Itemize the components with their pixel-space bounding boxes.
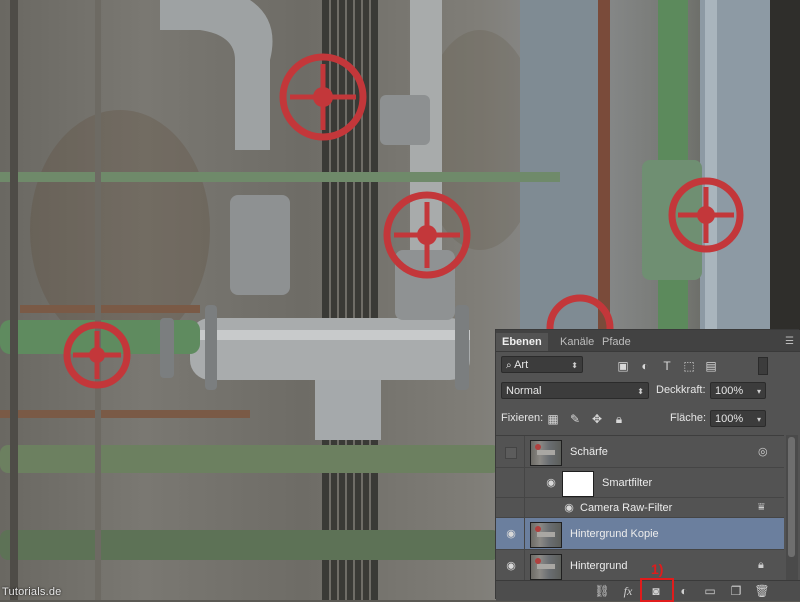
layer-name: Camera Raw-Filter: [580, 502, 673, 514]
layer-name: Schärfe: [570, 446, 608, 458]
layer-row-schaerfe[interactable]: Schärfe ◎: [496, 436, 784, 468]
layer-thumbnail[interactable]: [530, 554, 562, 580]
layers-list: Schärfe ◎ ◉ Smartfilter ◉ Camera Raw-Fil…: [496, 435, 784, 581]
layer-row-smartfilter[interactable]: ◉ Smartfilter: [496, 468, 784, 498]
search-icon: ⌕: [506, 360, 512, 371]
annotation-highlight-box: [640, 578, 674, 602]
tab-pfade[interactable]: Pfade: [596, 333, 637, 351]
annotation-number: 1): [651, 561, 664, 577]
layer-thumbnail[interactable]: [530, 440, 562, 466]
opacity-label: Deckkraft:: [656, 384, 706, 396]
blend-row: Normal ⬍ Deckkraft: 100% ▾: [496, 380, 800, 402]
adjustment-layer-icon[interactable]: ◐: [676, 584, 692, 598]
lock-brush-icon[interactable]: ✎: [568, 412, 582, 426]
watermark-text: Tutorials.de: [2, 586, 62, 598]
filter-row-camera-raw[interactable]: ◉ Camera Raw-Filter ⩸: [496, 498, 784, 518]
panel-menu-icon[interactable]: ☰: [785, 336, 794, 347]
eye-icon[interactable]: ◉: [504, 529, 518, 540]
visibility-column: [496, 436, 525, 467]
lock-label: Fixieren:: [501, 412, 544, 424]
blend-mode-select[interactable]: Normal ⬍: [501, 382, 649, 399]
visibility-off-box[interactable]: [505, 447, 517, 459]
layers-scrollbar[interactable]: [786, 435, 798, 580]
fill-label: Fläche:: [670, 412, 707, 424]
lock-position-icon[interactable]: ✥: [590, 412, 604, 426]
lock-all-icon[interactable]: 🔒︎: [612, 412, 626, 426]
lock-icon: 🔒︎: [758, 559, 764, 571]
eye-icon[interactable]: ◉: [562, 503, 576, 514]
layer-row-hintergrund[interactable]: ◉ Hintergrund 🔒︎: [496, 550, 784, 581]
tab-kanaele[interactable]: Kanäle: [554, 333, 600, 351]
layer-name: Hintergrund Kopie: [570, 528, 659, 540]
adjustment-filter-icon[interactable]: ◐: [638, 359, 652, 373]
fx-button[interactable]: fx: [620, 584, 636, 598]
trash-icon[interactable]: 🗑︎: [754, 584, 770, 598]
filter-toggle-switch[interactable]: [758, 357, 768, 375]
eye-icon[interactable]: ◉: [544, 478, 558, 489]
type-filter-icon[interactable]: T: [660, 359, 674, 373]
layers-bottom-toolbar: ⛓ fx ◙ 1) ◐ ▭ ❐ 🗑︎: [496, 561, 800, 602]
eye-icon[interactable]: ◉: [504, 561, 518, 572]
opacity-value: 100%: [715, 385, 744, 397]
smart-object-icon: ◎: [758, 446, 768, 458]
tab-ebenen[interactable]: Ebenen: [496, 333, 548, 351]
filter-kind-select[interactable]: ⌕ Art ⬍: [501, 356, 583, 373]
layers-panel: Ebenen Kanäle Pfade ☰ ⌕ Art ⬍ ▣ ◐ T ⬚ ▤ …: [496, 330, 800, 602]
panel-tab-bar: Ebenen Kanäle Pfade ☰: [496, 333, 800, 352]
smart-object-filter-icon[interactable]: ▤: [704, 359, 718, 373]
layer-row-hintergrund-kopie[interactable]: ◉ Hintergrund Kopie: [496, 518, 784, 550]
new-group-icon[interactable]: ▭: [702, 584, 718, 598]
scrollbar-thumb[interactable]: [788, 437, 795, 557]
fill-value: 100%: [715, 413, 744, 425]
fill-input[interactable]: 100% ▾: [710, 410, 766, 427]
smart-filter-mask-thumbnail[interactable]: [562, 471, 594, 497]
image-filter-icon[interactable]: ▣: [616, 359, 630, 373]
filter-kind-value: Art: [514, 359, 529, 371]
visibility-column: ◉: [496, 550, 525, 580]
lock-row: Fixieren: ▦ ✎ ✥ 🔒︎ Fläche: 100% ▾: [496, 408, 800, 430]
visibility-column: [496, 498, 525, 517]
layer-name: Hintergrund: [570, 560, 628, 572]
layer-name: Smartfilter: [602, 477, 653, 489]
layer-filter-row: ⌕ Art ⬍ ▣ ◐ T ⬚ ▤: [496, 354, 800, 376]
dropdown-arrow-icon: ▾: [756, 415, 761, 424]
blending-options-icon[interactable]: ⩸: [758, 501, 765, 514]
updown-arrow-icon: ⬍: [571, 361, 578, 370]
layer-thumbnail[interactable]: [530, 522, 562, 548]
visibility-column: ◉: [496, 518, 525, 549]
lock-transparent-icon[interactable]: ▦: [546, 412, 560, 426]
shape-filter-icon[interactable]: ⬚: [682, 359, 696, 373]
opacity-input[interactable]: 100% ▾: [710, 382, 766, 399]
new-layer-icon[interactable]: ❐: [728, 584, 744, 598]
updown-arrow-icon: ⬍: [637, 387, 644, 396]
visibility-column: [496, 468, 525, 497]
dropdown-arrow-icon: ▾: [756, 387, 761, 396]
link-layers-icon[interactable]: ⛓: [594, 584, 610, 598]
blend-mode-value: Normal: [506, 385, 542, 397]
